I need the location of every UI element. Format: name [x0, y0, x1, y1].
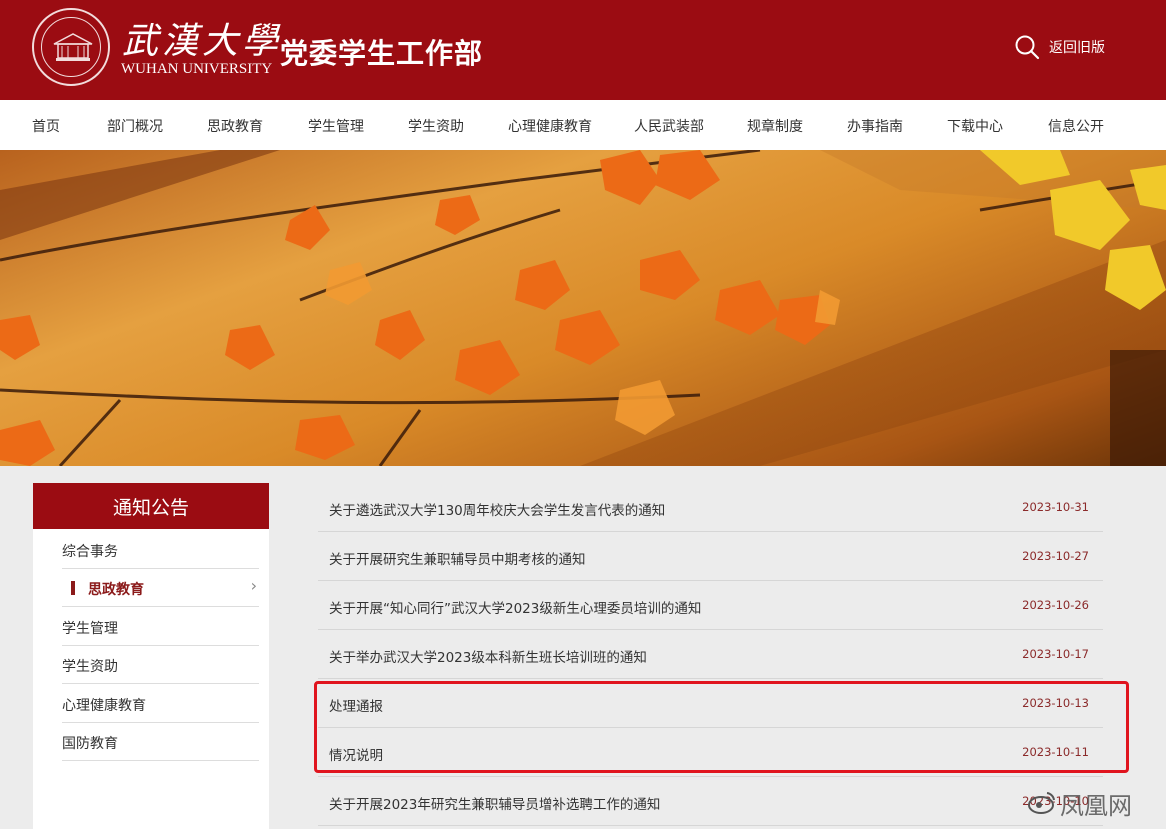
- return-old-version-link[interactable]: 返回旧版: [1049, 37, 1105, 57]
- site-title: 党委学生工作部: [280, 37, 484, 70]
- nav-item-mental-health[interactable]: 心理健康教育: [508, 116, 592, 136]
- notice-row[interactable]: 关于开展研究生兼职辅导员中期考核的通知 2023-10-27: [318, 532, 1103, 581]
- site-header: 武漢大學 WUHAN UNIVERSITY 党委学生工作部 返回旧版: [0, 0, 1166, 100]
- nav-item-ideological-education[interactable]: 思政教育: [207, 116, 263, 136]
- notice-title: 关于遴选武汉大学130周年校庆大会学生发言代表的通知: [329, 503, 666, 519]
- chevron-right-icon: ›: [250, 576, 257, 595]
- nav-item-regulations[interactable]: 规章制度: [747, 116, 803, 136]
- nav-item-home[interactable]: 首页: [32, 116, 60, 136]
- notice-row[interactable]: 关于遴选武汉大学130周年校庆大会学生发言代表的通知 2023-10-31: [318, 483, 1103, 532]
- sidebar-item-student-aid[interactable]: 学生资助: [62, 646, 259, 684]
- nav-item-student-aid[interactable]: 学生资助: [408, 116, 464, 136]
- sidebar-item-national-defense[interactable]: 国防教育: [62, 723, 259, 761]
- sidebar-item-general-affairs[interactable]: 综合事务: [62, 531, 259, 569]
- hero-banner-image: [0, 150, 1166, 466]
- nav-item-armed-forces[interactable]: 人民武装部: [634, 116, 704, 136]
- notice-date: 2023-10-27: [1022, 549, 1089, 563]
- sidebar-item-label: 综合事务: [62, 544, 118, 560]
- university-seal-logo[interactable]: [32, 8, 110, 86]
- watermark-text: 凤凰网: [1060, 792, 1132, 820]
- sidebar-title: 通知公告: [33, 483, 269, 529]
- search-icon[interactable]: [1014, 34, 1040, 60]
- notice-title: 关于举办武汉大学2023级本科新生班长培训班的通知: [329, 650, 647, 666]
- logo-english-text: WUHAN UNIVERSITY: [121, 61, 273, 77]
- notice-category-sidebar: 通知公告 综合事务 思政教育 › 学生管理 学生资助 心理健康教育 国防教育: [33, 483, 269, 829]
- logo-chinese-text: 武漢大學: [122, 21, 283, 62]
- notice-row[interactable]: 关于举办武汉大学2023级本科新生班长培训班的通知 2023-10-17: [318, 630, 1103, 679]
- notice-title: 关于开展“知心同行”武汉大学2023级新生心理委员培训的通知: [329, 601, 702, 617]
- main-nav: 首页 部门概况 思政教育 学生管理 学生资助 心理健康教育 人民武装部 规章制度…: [0, 100, 1166, 150]
- sidebar-item-label: 国防教育: [62, 736, 118, 752]
- nav-item-student-management[interactable]: 学生管理: [308, 116, 364, 136]
- notice-row[interactable]: 关于开展2023年研究生兼职辅导员增补选聘工作的通知 2023-10-10: [318, 777, 1103, 826]
- sidebar-item-label: 心理健康教育: [62, 698, 146, 714]
- nav-item-about[interactable]: 部门概况: [107, 116, 163, 136]
- notice-date: 2023-10-17: [1022, 647, 1089, 661]
- sidebar-item-ideological-education[interactable]: 思政教育 ›: [62, 569, 259, 607]
- weibo-logo-icon: [1028, 792, 1055, 814]
- nav-item-info-disclosure[interactable]: 信息公开: [1048, 116, 1104, 136]
- sidebar-item-label: 学生管理: [62, 621, 118, 637]
- sidebar-item-student-management[interactable]: 学生管理: [62, 608, 259, 646]
- notice-date: 2023-10-31: [1022, 500, 1089, 514]
- nav-item-service-guide[interactable]: 办事指南: [847, 116, 903, 136]
- nav-item-downloads[interactable]: 下载中心: [947, 116, 1003, 136]
- notice-date: 2023-10-26: [1022, 598, 1089, 612]
- sidebar-item-mental-health[interactable]: 心理健康教育: [62, 685, 259, 723]
- notice-title: 关于开展2023年研究生兼职辅导员增补选聘工作的通知: [329, 797, 661, 813]
- sidebar-item-label: 思政教育: [88, 582, 144, 598]
- active-indicator: [71, 581, 75, 595]
- notice-title: 关于开展研究生兼职辅导员中期考核的通知: [329, 552, 586, 568]
- red-highlight-annotation: [314, 681, 1129, 773]
- sidebar-item-label: 学生资助: [62, 659, 118, 675]
- notice-row[interactable]: 关于开展“知心同行”武汉大学2023级新生心理委员培训的通知 2023-10-2…: [318, 581, 1103, 630]
